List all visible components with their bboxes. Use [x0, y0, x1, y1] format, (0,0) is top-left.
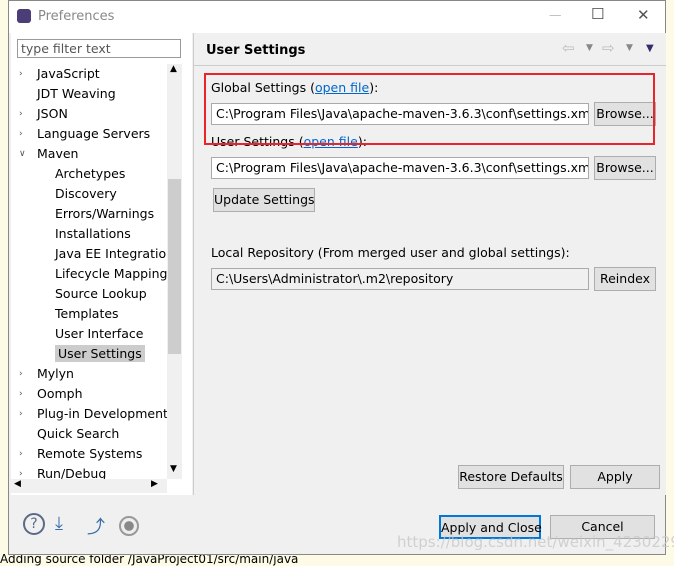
collapsed-twisty-icon[interactable]: ›: [19, 444, 23, 464]
local-repository-label: Local Repository (From merged user and g…: [211, 245, 570, 260]
tree-item[interactable]: Source Lookup: [11, 284, 167, 304]
expanded-twisty-icon[interactable]: ∨: [19, 144, 26, 164]
local-repository-field: C:\Users\Administrator\.m2\repository: [211, 268, 589, 290]
tree-item-label: Remote Systems: [37, 446, 143, 461]
tree-item-label: Discovery: [55, 186, 117, 201]
view-menu-icon[interactable]: ▼: [646, 43, 654, 54]
update-settings-button[interactable]: Update Settings: [213, 188, 315, 212]
tree-item[interactable]: User Settings: [11, 344, 167, 364]
tree-item-label: JSON: [37, 106, 68, 121]
forward-dropdown-icon[interactable]: ▼: [626, 43, 633, 53]
window-title: Preferences: [38, 9, 115, 24]
collapsed-twisty-icon[interactable]: ›: [19, 64, 23, 84]
collapsed-twisty-icon[interactable]: ›: [19, 404, 23, 424]
scroll-down-arrow[interactable]: ▼: [170, 464, 177, 474]
tree-item[interactable]: › Remote Systems: [11, 444, 167, 464]
tree-item[interactable]: Installations: [11, 224, 167, 244]
tree-item[interactable]: › Mylyn: [11, 364, 167, 384]
watermark: https://blog.csdn.net/weixin_42302291: [397, 533, 674, 551]
close-button[interactable]: ✕: [637, 6, 650, 24]
tree-item[interactable]: › Language Servers: [11, 124, 167, 144]
collapsed-twisty-icon[interactable]: ›: [19, 384, 23, 404]
collapsed-twisty-icon[interactable]: ›: [19, 364, 23, 384]
help-icon[interactable]: ?: [23, 513, 45, 535]
import-icon[interactable]: ⤓: [55, 513, 63, 534]
tree-item[interactable]: Lifecycle Mappings: [11, 264, 174, 284]
apply-button[interactable]: Apply: [570, 465, 660, 489]
scroll-left-arrow[interactable]: ◀: [14, 479, 21, 489]
scroll-right-arrow[interactable]: ▶: [151, 479, 158, 489]
preference-tree-panel: type filter text › JavaScript JDT Weaving ›…: [11, 33, 192, 495]
back-arrow-icon[interactable]: ⇦: [562, 39, 575, 57]
back-dropdown-icon[interactable]: ▼: [586, 43, 593, 53]
tree-vertical-scrollbar[interactable]: ▲ ▼: [167, 64, 182, 479]
export-icon[interactable]: ⤴: [87, 513, 105, 539]
scroll-up-arrow[interactable]: ▲: [170, 64, 177, 74]
preference-tree: › JavaScript JDT Weaving › JSON › Language Ser…: [11, 64, 174, 484]
tree-item-label: Language Servers: [37, 126, 151, 141]
tree-item[interactable]: › Oomph: [11, 384, 167, 404]
restore-defaults-button[interactable]: Restore Defaults: [458, 465, 564, 489]
tree-item-label: Source Lookup: [55, 286, 147, 301]
tree-item[interactable]: › JSON: [11, 104, 167, 124]
user-settings-field[interactable]: C:\Program Files\Java\apache-maven-3.6.3…: [211, 157, 589, 179]
footer-bar: ? ⤓ ⤴ Apply and Close Cancel https://blo…: [9, 497, 674, 555]
tree-item[interactable]: Archetypes: [11, 164, 167, 184]
tree-item[interactable]: JDT Weaving: [11, 84, 167, 104]
forward-arrow-icon[interactable]: ⇨: [602, 39, 615, 57]
tree-item-label: Mylyn: [37, 366, 74, 381]
minimize-button[interactable]: —: [549, 7, 562, 22]
page-title: User Settings: [206, 43, 306, 58]
tree-item-label: JDT Weaving: [37, 86, 116, 101]
collapsed-twisty-icon[interactable]: ›: [19, 124, 23, 144]
tree-item-label: Lifecycle Mappings: [55, 266, 174, 281]
tree-item[interactable]: User Interface: [11, 324, 167, 344]
tree-item-label: Archetypes: [55, 166, 126, 181]
tree-item[interactable]: Discovery: [11, 184, 167, 204]
reindex-button[interactable]: Reindex: [594, 267, 656, 291]
page-header: User Settings ⇦ ▼ ⇨ ▼ ▼: [194, 33, 666, 66]
highlight-box: [204, 73, 655, 145]
tree-item-label: Java EE Integration: [55, 246, 175, 261]
tree-item[interactable]: › JavaScript: [11, 64, 167, 84]
tree-item[interactable]: Java EE Integration: [11, 244, 174, 264]
tree-item[interactable]: ∨ Maven: [11, 144, 167, 164]
tree-item-label: User Interface: [55, 326, 144, 341]
tree-item-label: Templates: [55, 306, 119, 321]
tree-item-label: Maven: [37, 146, 79, 161]
tree-item-label: Errors/Warnings: [55, 206, 155, 221]
eclipse-icon: [17, 9, 31, 23]
scroll-thumb[interactable]: [168, 179, 181, 354]
user-browse-button[interactable]: Browse...: [594, 156, 656, 180]
filter-input[interactable]: type filter text: [17, 39, 181, 58]
tree-item-label: Quick Search: [37, 426, 120, 441]
tree-item-label: Plug-in Development: [37, 406, 168, 421]
tree-item-label: Installations: [55, 226, 131, 241]
tree-item[interactable]: › Plug-in Development: [11, 404, 168, 424]
tree-horizontal-scrollbar[interactable]: ◀ ▶: [11, 479, 167, 493]
tree-item[interactable]: Templates: [11, 304, 167, 324]
tree-item-label: User Settings: [55, 345, 145, 362]
tree-item[interactable]: Quick Search: [11, 424, 167, 444]
tree-item[interactable]: Errors/Warnings: [11, 204, 167, 224]
tree-item-label: Oomph: [37, 386, 83, 401]
tree-item-label: JavaScript: [37, 66, 100, 81]
collapsed-twisty-icon[interactable]: ›: [19, 104, 23, 124]
record-icon[interactable]: [119, 516, 139, 536]
maximize-button[interactable]: ☐: [591, 5, 604, 23]
title-bar: Preferences — ☐ ✕: [9, 1, 665, 33]
